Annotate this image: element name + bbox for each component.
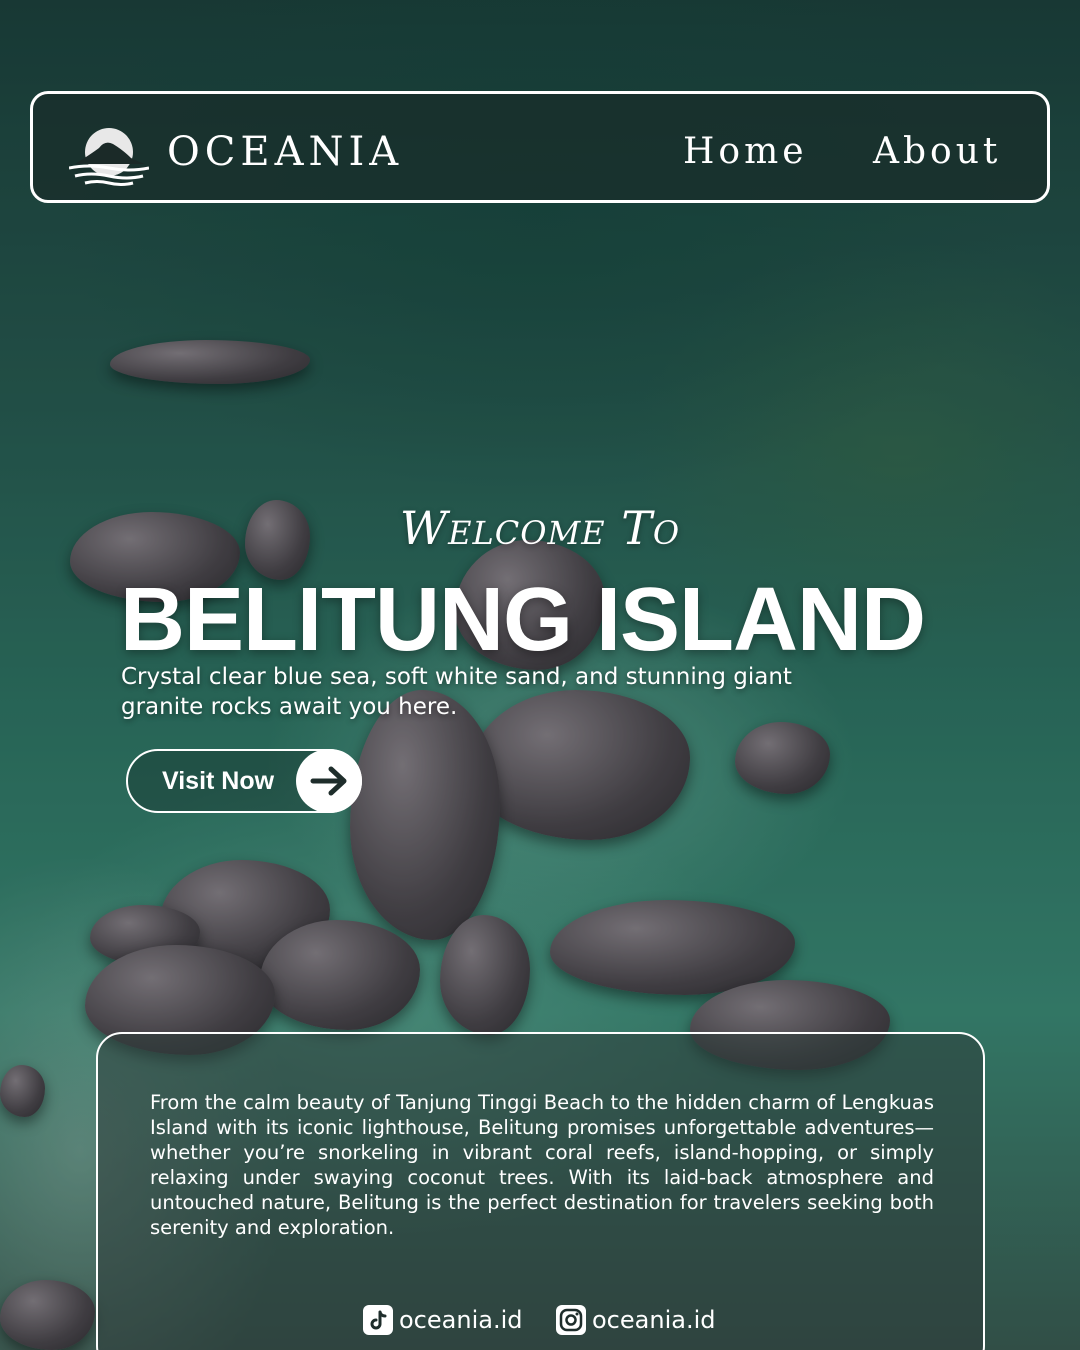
tiktok-icon: [363, 1305, 393, 1335]
social-links: oceania.id oceania.id: [98, 1302, 987, 1338]
info-card: From the calm beauty of Tanjung Tinggi B…: [96, 1032, 985, 1350]
instagram-handle: oceania.id: [592, 1306, 716, 1334]
nav-link-home[interactable]: Home: [683, 124, 808, 180]
arrow-right-icon: [296, 749, 362, 813]
navbar: OCEANIA Home About: [30, 91, 1050, 203]
hero-title: BELITUNG ISLAND: [120, 570, 926, 670]
hero-subtitle: Crystal clear blue sea, soft white sand,…: [121, 664, 792, 720]
mountain-wave-logo-icon: [69, 128, 149, 186]
visit-now-label: Visit Now: [162, 767, 275, 795]
welcome-heading: Welcome To: [399, 501, 681, 555]
tiktok-handle: oceania.id: [399, 1306, 523, 1334]
brand-name: OCEANIA: [167, 129, 404, 175]
instagram-icon: [556, 1305, 586, 1335]
visit-now-button[interactable]: Visit Now: [126, 749, 362, 813]
info-paragraph: From the calm beauty of Tanjung Tinggi B…: [150, 1091, 934, 1239]
nav-link-about[interactable]: About: [873, 124, 1001, 180]
